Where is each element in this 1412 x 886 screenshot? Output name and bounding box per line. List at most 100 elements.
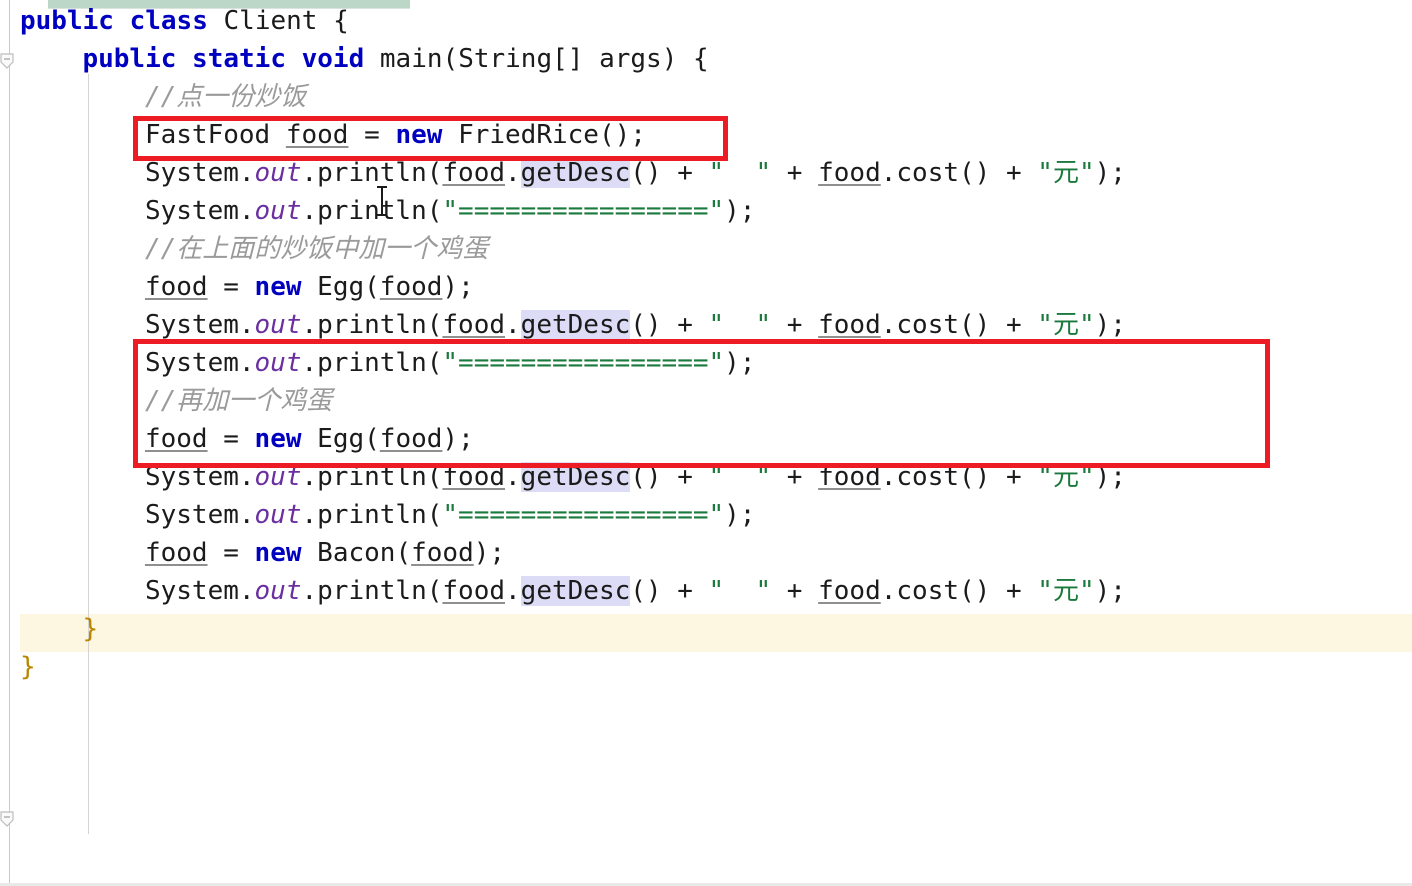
code-token: .: [238, 576, 255, 606]
code-token: .: [301, 500, 318, 530]
code-token: System: [144, 158, 239, 188]
code-token: food: [144, 538, 208, 568]
code-token: food: [818, 310, 881, 340]
code-token: );: [442, 424, 474, 454]
code-token: " ": [708, 310, 772, 340]
code-token: new: [254, 424, 302, 454]
code-token: //点一份炒饭: [144, 82, 307, 112]
line-print-sep-2[interactable]: System.out.println("================");: [145, 344, 756, 382]
code-token: .: [301, 158, 318, 188]
code-token: food: [442, 310, 506, 340]
code-token: new: [254, 538, 302, 568]
code-token: System: [144, 196, 239, 226]
code-token: .: [505, 310, 521, 340]
code-token: Egg: [317, 272, 365, 302]
code-token: +: [771, 576, 819, 606]
line-close-class[interactable]: }: [20, 648, 36, 686]
line-print-sep-3[interactable]: System.out.println("================");: [145, 496, 756, 534]
code-token: =: [207, 272, 255, 302]
code-token: .: [301, 576, 318, 606]
code-token: System: [144, 310, 239, 340]
code-token: .cost() +: [880, 310, 1038, 340]
code-token: .cost() +: [880, 158, 1038, 188]
code-token: main: [379, 44, 443, 74]
code-token: println: [317, 196, 427, 226]
code-token: );: [1094, 462, 1126, 492]
code-token: food: [285, 120, 349, 150]
code-token: .: [505, 462, 521, 492]
code-text-layer[interactable]: public class Client {public static void …: [0, 0, 1412, 886]
line-print-2[interactable]: System.out.println(food.getDesc() + " " …: [145, 306, 1126, 344]
line-comment-one-more-egg[interactable]: //再加一个鸡蛋: [145, 382, 332, 420]
code-token: food: [442, 462, 506, 492]
code-token: }: [20, 652, 36, 682]
line-main-decl[interactable]: public static void main(String[] args) {: [82, 40, 708, 78]
code-token: (: [426, 462, 443, 492]
line-class-decl[interactable]: public class Client {: [20, 2, 349, 40]
code-token: );: [724, 348, 756, 378]
code-token: static: [192, 44, 286, 74]
code-token: " ": [708, 158, 772, 188]
code-token: () +: [630, 462, 709, 492]
code-token: ) {: [661, 44, 709, 74]
line-print-sep-1[interactable]: System.out.println("================");: [145, 192, 756, 230]
line-new-egg-2[interactable]: food = new Egg(food);: [145, 420, 474, 458]
code-token: +: [771, 462, 819, 492]
code-token: );: [724, 500, 756, 530]
code-token: () +: [630, 576, 709, 606]
code-token: " ": [708, 576, 772, 606]
code-token: () +: [630, 158, 709, 188]
code-token: out: [254, 310, 302, 340]
code-token: +: [771, 310, 819, 340]
code-token: out: [254, 158, 302, 188]
code-token: (: [426, 310, 443, 340]
code-token: []: [552, 44, 600, 74]
code-token: (: [364, 272, 380, 302]
code-token: System: [144, 576, 239, 606]
line-new-friedrice[interactable]: FastFood food = new FriedRice();: [145, 116, 646, 154]
code-token: );: [1094, 576, 1126, 606]
code-token: public: [20, 6, 114, 36]
code-token: .cost() +: [880, 576, 1038, 606]
code-token: food: [144, 424, 208, 454]
code-token: );: [1094, 310, 1126, 340]
code-token: "================": [442, 348, 725, 378]
line-print-1[interactable]: System.out.println(food.getDesc() + " " …: [145, 154, 1126, 192]
code-token: );: [442, 272, 474, 302]
code-token: =: [207, 424, 255, 454]
code-token: .: [238, 462, 255, 492]
code-token: .cost() +: [880, 462, 1038, 492]
line-close-main[interactable]: }: [82, 610, 98, 648]
line-print-3[interactable]: System.out.println(food.getDesc() + " " …: [145, 458, 1126, 496]
code-token: .: [238, 348, 255, 378]
code-token: (: [426, 576, 443, 606]
code-token: "元": [1037, 158, 1095, 188]
code-token: println: [317, 310, 427, 340]
code-token: +: [771, 158, 819, 188]
code-token: "================": [442, 196, 725, 226]
line-new-egg-1[interactable]: food = new Egg(food);: [145, 268, 474, 306]
line-comment-add-egg[interactable]: //在上面的炒饭中加一个鸡蛋: [145, 230, 488, 268]
code-token: //再加一个鸡蛋: [144, 386, 333, 416]
code-token: out: [254, 500, 302, 530]
line-comment-order-fried-rice[interactable]: //点一份炒饭: [145, 78, 306, 116]
code-token: (: [426, 348, 443, 378]
code-token: println: [317, 462, 427, 492]
code-token: .: [301, 462, 318, 492]
line-new-bacon[interactable]: food = new Bacon(food);: [145, 534, 505, 572]
code-editor-viewport[interactable]: public class Client {public static void …: [0, 0, 1412, 886]
code-token: "元": [1037, 310, 1095, 340]
code-token: "元": [1037, 462, 1095, 492]
line-print-4[interactable]: System.out.println(food.getDesc() + " " …: [145, 572, 1126, 610]
code-token: (: [426, 158, 443, 188]
code-token: println: [317, 158, 427, 188]
code-token: );: [1094, 158, 1126, 188]
code-token: System: [144, 462, 239, 492]
